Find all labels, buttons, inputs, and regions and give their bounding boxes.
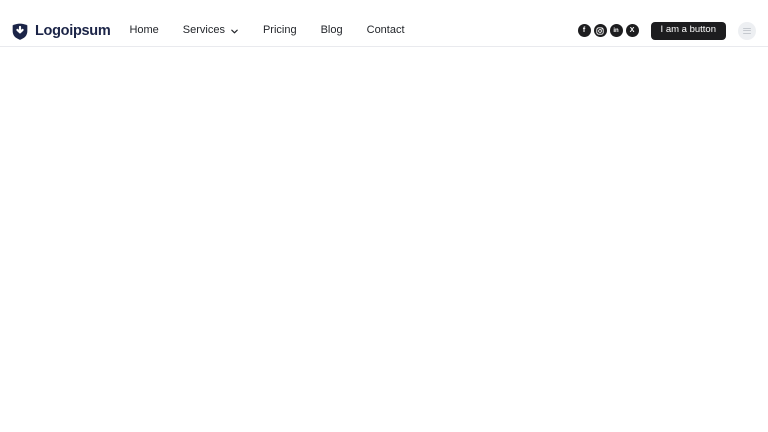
nav-item-contact[interactable]: Contact — [367, 21, 405, 40]
x-link[interactable]: X — [625, 24, 639, 37]
page: Logoipsum Home Services Pricing Blog Con… — [0, 0, 768, 432]
instagram-link[interactable] — [593, 24, 607, 37]
hamburger-icon — [743, 27, 751, 29]
logo-text: Logoipsum — [35, 22, 111, 39]
nav-item-blog[interactable]: Blog — [321, 21, 343, 40]
nav-item-label: Pricing — [262, 24, 297, 36]
social-links: f in X — [577, 24, 639, 37]
shield-arrow-icon — [12, 23, 28, 40]
nav-item-label: Blog — [320, 24, 343, 36]
facebook-icon: f — [582, 27, 586, 34]
linkedin-link[interactable]: in — [609, 24, 623, 37]
nav-item-home[interactable]: Home — [129, 21, 158, 40]
nav-item-label: Services — [182, 24, 225, 36]
nav-item-label: Contact — [366, 24, 405, 36]
page-body — [0, 47, 768, 431]
nav-item-services[interactable]: Services — [183, 21, 239, 40]
logo[interactable]: Logoipsum — [10, 21, 111, 41]
nav-item-label: Home — [129, 24, 159, 36]
instagram-icon — [596, 26, 604, 35]
header-actions: f in X I am a button — [577, 21, 756, 40]
nav-item-pricing[interactable]: Pricing — [263, 21, 297, 40]
main-nav: Home Services Pricing Blog Contact — [129, 21, 404, 40]
linkedin-icon: in — [613, 27, 619, 34]
header: Logoipsum Home Services Pricing Blog Con… — [0, 0, 768, 47]
menu-button[interactable] — [738, 21, 756, 40]
facebook-link[interactable]: f — [577, 24, 591, 37]
x-icon: X — [629, 27, 635, 34]
chevron-down-icon — [231, 29, 238, 33]
cta-button[interactable]: I am a button — [650, 21, 726, 40]
